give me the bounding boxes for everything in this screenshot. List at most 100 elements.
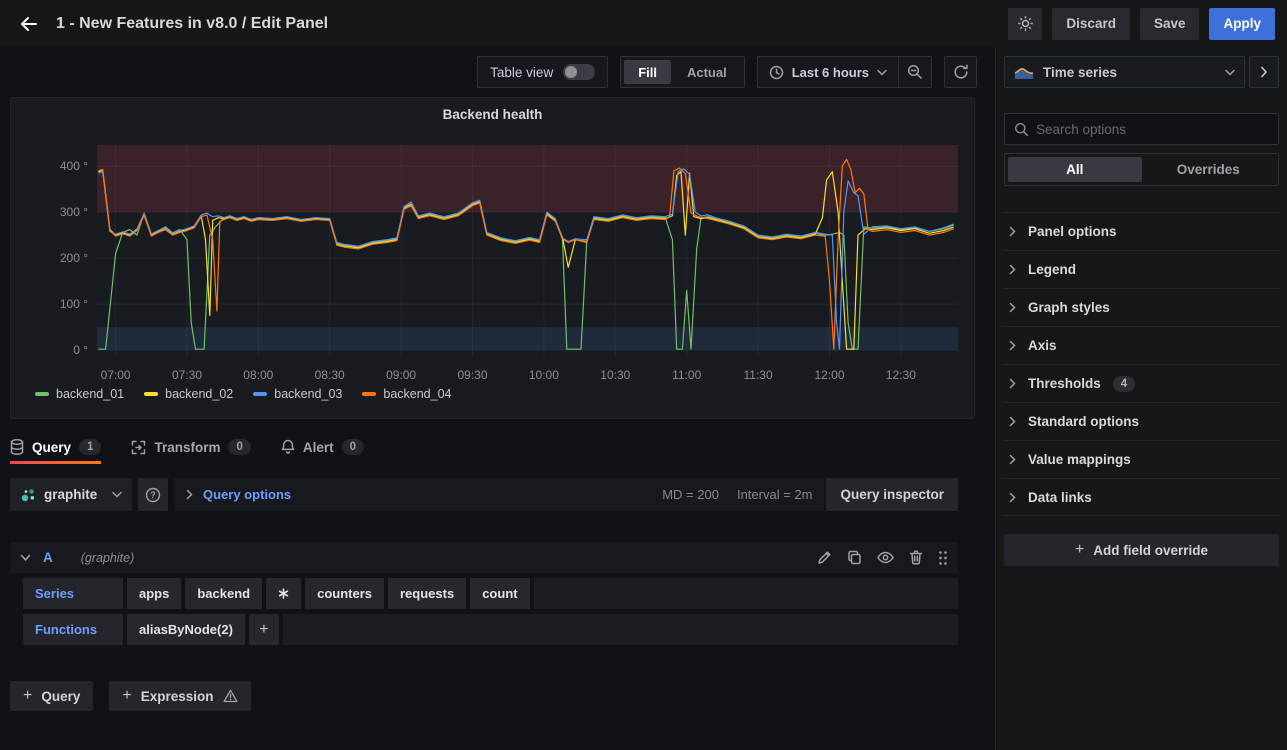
svg-text:10:00: 10:00: [529, 368, 559, 382]
query-row-actions: [817, 550, 948, 566]
query-inspector-button[interactable]: Query inspector: [826, 478, 958, 511]
chart-plot[interactable]: 0 °100 °200 °300 °400 °07:0007:3008:0008…: [11, 128, 974, 386]
tab-transform[interactable]: Transform 0: [131, 439, 250, 464]
save-button[interactable]: Save: [1140, 8, 1200, 40]
wildcard-asterisk-icon: [278, 588, 289, 599]
refresh-button[interactable]: [944, 56, 977, 88]
drag-handle[interactable]: [938, 550, 948, 566]
tab-alert[interactable]: Alert 0: [281, 439, 364, 464]
section-panel-options[interactable]: Panel options: [1004, 212, 1279, 250]
legend-label: backend_02: [165, 387, 233, 401]
section-count-badge: 4: [1113, 376, 1135, 392]
section-label: Panel options: [1028, 224, 1117, 239]
fill-option[interactable]: Fill: [624, 60, 671, 84]
max-data-points-value: MD = 200: [662, 487, 719, 502]
chart-legend: backend_01 backend_02 backend_03 backend_04: [11, 387, 974, 401]
series-segment[interactable]: counters: [305, 578, 384, 609]
gear-icon: [1017, 15, 1034, 32]
table-view-group: Table view: [477, 56, 608, 88]
tab-overrides[interactable]: Overrides: [1142, 157, 1276, 182]
section-axis[interactable]: Axis: [1004, 326, 1279, 364]
series-segment[interactable]: requests: [388, 578, 466, 609]
svg-text:12:00: 12:00: [814, 368, 844, 382]
series-segment[interactable]: count: [470, 578, 529, 609]
help-icon: ?: [145, 487, 161, 503]
tab-query-label: Query: [32, 440, 71, 455]
series-segment[interactable]: backend: [185, 578, 262, 609]
series-label[interactable]: Series: [23, 578, 123, 609]
svg-text:400 °: 400 °: [60, 159, 88, 173]
panel-settings-button[interactable]: [1008, 8, 1042, 40]
section-label: Standard options: [1028, 414, 1139, 429]
copy-icon: [847, 550, 862, 565]
discard-button[interactable]: Discard: [1052, 8, 1130, 40]
datasource-row: graphite ? Query options MD = 200 Interv…: [10, 478, 958, 511]
functions-row: Functions aliasByNode(2) +: [23, 614, 958, 645]
tab-query[interactable]: Query 1: [10, 439, 101, 464]
legend-item[interactable]: backend_03: [253, 387, 342, 401]
graphite-logo-icon: [20, 487, 36, 503]
section-data-links[interactable]: Data links: [1004, 478, 1279, 516]
apply-button[interactable]: Apply: [1209, 8, 1275, 40]
option-sections: Panel options LegendGraph styles Axis Thres…: [1004, 212, 1279, 516]
clock-icon: [769, 65, 784, 80]
time-range-picker[interactable]: Last 6 hours: [758, 57, 898, 87]
back-button[interactable]: [12, 7, 46, 41]
svg-text:200 °: 200 °: [60, 251, 88, 265]
svg-text:08:00: 08:00: [243, 368, 273, 382]
query-count-badge: 1: [79, 439, 101, 455]
interval-value: Interval = 2m: [737, 487, 813, 502]
query-options-toggle[interactable]: Query options: [203, 487, 291, 502]
query-row-header[interactable]: A (graphite): [10, 542, 958, 573]
options-search-input[interactable]: [1036, 122, 1269, 137]
add-field-override-button[interactable]: + Add field override: [1004, 534, 1279, 566]
legend-label: backend_04: [383, 387, 451, 401]
series-segment[interactable]: apps: [127, 578, 181, 609]
plus-icon: +: [23, 688, 32, 704]
add-function-button[interactable]: +: [249, 614, 279, 645]
legend-item[interactable]: backend_04: [362, 387, 451, 401]
series-segment[interactable]: [266, 578, 301, 609]
nav-actions: Discard Save Apply: [1008, 8, 1275, 40]
legend-item[interactable]: backend_01: [35, 387, 124, 401]
function-segment[interactable]: aliasByNode(2): [127, 614, 245, 645]
section-label: Thresholds: [1028, 376, 1101, 391]
zoom-out-button[interactable]: [898, 57, 931, 87]
delete-query-button[interactable]: [909, 550, 923, 565]
add-expression-button[interactable]: + Expression: [109, 681, 250, 711]
section-value-mappings[interactable]: Value mappings: [1004, 440, 1279, 478]
table-view-toggle[interactable]: [563, 64, 595, 80]
panel-toolbar: Table view Fill Actual Last 6 hours: [0, 56, 995, 88]
plus-icon: +: [259, 622, 268, 638]
collapse-chevron-icon: [20, 554, 31, 562]
legend-item[interactable]: backend_02: [144, 387, 233, 401]
actual-option[interactable]: Actual: [673, 60, 741, 84]
section-graph-styles[interactable]: Graph styles: [1004, 288, 1279, 326]
chevron-right-icon: [1009, 492, 1016, 503]
viz-type-picker[interactable]: Time series: [1004, 56, 1245, 88]
section-thresholds[interactable]: Thresholds 4: [1004, 364, 1279, 402]
section-label: Axis: [1028, 338, 1057, 353]
chevron-right-icon: [1009, 454, 1016, 465]
datasource-help-button[interactable]: ?: [138, 478, 168, 511]
series-input-area[interactable]: [534, 578, 958, 609]
viz-type-label: Time series: [1043, 65, 1117, 80]
collapse-pane-button[interactable]: [1249, 56, 1279, 88]
plus-icon: +: [1075, 542, 1084, 558]
function-input-area[interactable]: [283, 614, 958, 645]
tab-all[interactable]: All: [1008, 157, 1142, 182]
edit-query-button[interactable]: [817, 550, 832, 565]
duplicate-query-button[interactable]: [847, 550, 862, 565]
add-query-button[interactable]: + Query: [10, 681, 93, 711]
section-standard-options[interactable]: Standard options: [1004, 402, 1279, 440]
datasource-picker[interactable]: graphite: [10, 478, 132, 511]
chevron-right-icon: [1009, 226, 1016, 237]
section-legend[interactable]: Legend: [1004, 250, 1279, 288]
bell-icon: [281, 439, 295, 455]
functions-label[interactable]: Functions: [23, 614, 123, 645]
toggle-visibility-button[interactable]: [877, 551, 894, 564]
svg-text:0 °: 0 °: [73, 343, 88, 357]
grip-icon: [938, 550, 948, 566]
transform-icon: [131, 440, 146, 455]
time-range-group: Last 6 hours: [757, 56, 932, 88]
